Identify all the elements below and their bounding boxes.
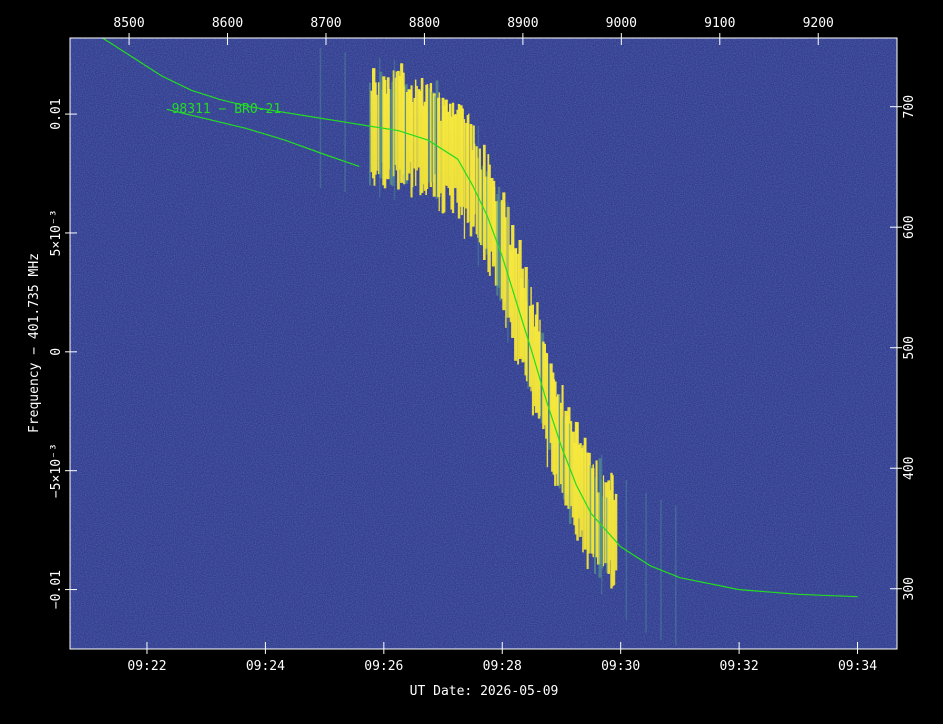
x-top-tick-label: 8800: [409, 16, 440, 31]
x-bottom-tick-label: 09:28: [483, 659, 522, 674]
y-left-tick-label: 5×10⁻³: [49, 209, 64, 256]
signal-stripe: [416, 86, 418, 171]
signal-stripe: [462, 108, 464, 207]
signal-stripe: [395, 71, 398, 171]
signal-stripe: [474, 143, 476, 215]
y-left-tick-label: 0: [49, 348, 64, 356]
signal-stripe: [428, 88, 430, 183]
signal-stripe: [468, 113, 470, 222]
x-top-tick-label: 8700: [310, 16, 341, 31]
signal-stripe: [530, 287, 532, 392]
signal-stripe: [454, 114, 457, 185]
x-top-tick-label: 9200: [803, 16, 834, 31]
x-bottom-tick-label: 09:24: [246, 659, 285, 674]
signal-stripe: [412, 102, 414, 188]
x-top-tick-label: 8900: [507, 16, 538, 31]
signal-stripe: [426, 84, 429, 189]
signal-stripe: [446, 100, 448, 186]
signal-stripe: [463, 119, 466, 239]
x-bottom-tick-label: 09:22: [127, 659, 166, 674]
signal-stripe: [525, 300, 528, 382]
x-axis-label: UT Date: 2026-05-09: [410, 684, 559, 699]
signal-stripe: [527, 279, 529, 389]
signal-stripe: [592, 464, 594, 558]
signal-stripe: [546, 353, 549, 468]
x-top-tick-label: 9000: [606, 16, 637, 31]
x-top-tick-label: 8600: [212, 16, 243, 31]
x-bottom-tick-label: 09:34: [838, 659, 877, 674]
x-top-tick-label: 9100: [704, 16, 735, 31]
y-axis-label: Frequency − 401.735 MHz: [27, 253, 42, 433]
y-right-tick-label: 500: [902, 336, 917, 359]
x-bottom-tick-label: 09:26: [364, 659, 403, 674]
track-annotation: 98311 − BRO-21: [172, 102, 282, 117]
signal-stripe: [376, 94, 378, 171]
y-left-tick-label: −5×10⁻³: [49, 443, 64, 498]
y-right-tick-label: 400: [902, 456, 917, 479]
x-bottom-tick-label: 09:32: [720, 659, 759, 674]
y-left-tick-label: −0.01: [49, 570, 64, 609]
signal-stripe: [539, 319, 541, 416]
signal-stripe: [438, 92, 440, 212]
y-right-tick-label: 300: [902, 577, 917, 600]
signal-stripe: [602, 475, 605, 567]
signal-stripe: [370, 90, 373, 173]
signal-stripe: [614, 493, 618, 571]
y-left-tick-label: 0.01: [49, 98, 64, 129]
plot-noise: [70, 38, 897, 649]
signal-stripe: [505, 217, 507, 328]
signal-stripe: [585, 438, 587, 550]
signal-stripe: [414, 79, 417, 186]
signal-stripe: [500, 200, 503, 299]
waterfall-plot: 98311 − BRO-21 09:22 09:24 09:26 09:28 09:30…: [27, 16, 917, 699]
y-right-tick-label: 600: [902, 215, 917, 238]
y-right-tick-label: 700: [902, 95, 917, 118]
x-top-tick-label: 8500: [113, 16, 144, 31]
x-bottom-tick-label: 09:30: [601, 659, 640, 674]
signal-stripe: [440, 120, 442, 194]
